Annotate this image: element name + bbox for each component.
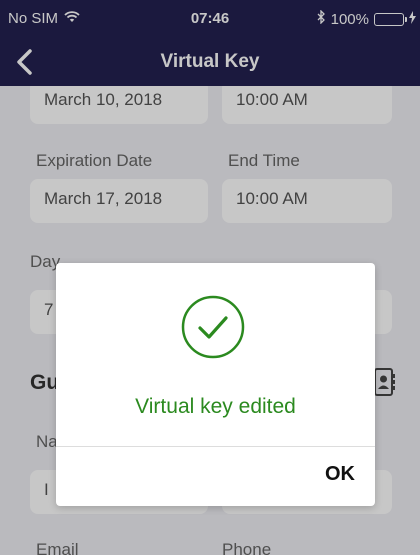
dialog-divider (56, 446, 375, 447)
success-dialog: Virtual key edited OK (56, 263, 375, 506)
ok-button[interactable]: OK (325, 463, 355, 486)
dialog-message: Virtual key edited (135, 395, 296, 418)
checkmark-circle-icon (181, 295, 245, 359)
